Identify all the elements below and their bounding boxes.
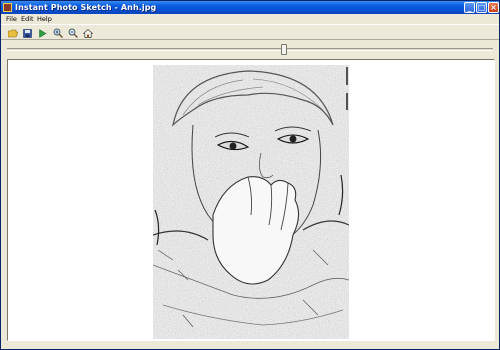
home-icon xyxy=(82,28,93,38)
toolbar xyxy=(1,24,499,40)
slider-thumb[interactable] xyxy=(281,44,288,55)
save-button[interactable] xyxy=(22,28,33,38)
zoom-out-icon xyxy=(68,28,78,38)
pencil-sketch-image xyxy=(153,65,349,339)
app-icon[interactable] xyxy=(3,3,12,12)
title-bar[interactable]: Instant Photo Sketch - Anh.jpg _ □ × xyxy=(1,1,499,14)
zoom-out-button[interactable] xyxy=(67,28,78,38)
menu-edit[interactable]: Edit xyxy=(19,14,36,24)
play-icon xyxy=(39,28,47,38)
app-window: Instant Photo Sketch - Anh.jpg _ □ × Fil… xyxy=(0,0,500,350)
zoom-in-icon xyxy=(53,28,63,38)
slider-track[interactable] xyxy=(7,48,493,51)
window-title: Instant Photo Sketch - Anh.jpg xyxy=(15,3,157,12)
home-button[interactable] xyxy=(82,28,93,38)
run-button[interactable] xyxy=(37,28,48,38)
save-icon xyxy=(23,28,32,38)
menu-help[interactable]: Help xyxy=(35,14,54,24)
menu-file[interactable]: File xyxy=(4,14,19,24)
sketch-level-slider[interactable] xyxy=(1,41,499,57)
open-button[interactable] xyxy=(7,28,18,38)
minimize-button[interactable]: _ xyxy=(464,2,475,13)
menu-bar: File Edit Help xyxy=(1,14,499,24)
maximize-button[interactable]: □ xyxy=(476,2,487,13)
folder-open-icon xyxy=(7,29,18,37)
close-button[interactable]: × xyxy=(488,2,499,13)
image-canvas[interactable] xyxy=(7,59,495,341)
zoom-in-button[interactable] xyxy=(52,28,63,38)
